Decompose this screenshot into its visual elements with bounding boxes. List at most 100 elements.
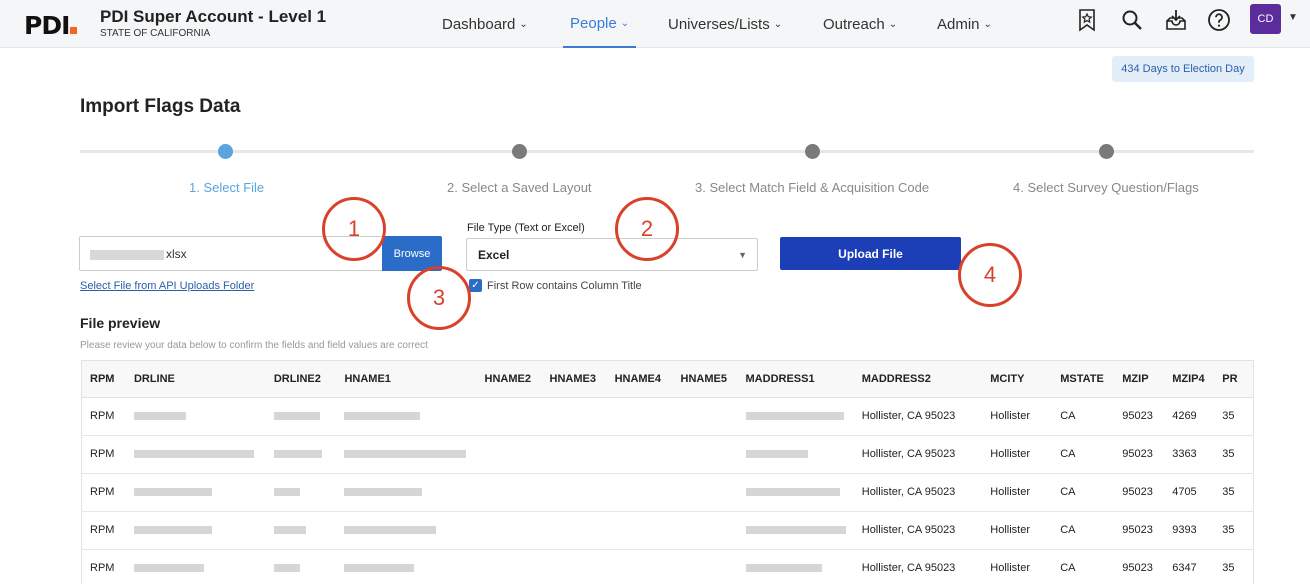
stepper-track <box>80 150 1254 153</box>
table-cell <box>476 549 542 584</box>
redacted-cell <box>265 397 337 436</box>
table-cell: 95023 <box>1114 397 1165 436</box>
table-cell: Hollister, CA 95023 <box>853 397 983 436</box>
column-header: HNAME1 <box>336 361 477 398</box>
nav-label: People <box>570 14 617 32</box>
download-tray-icon[interactable] <box>1164 8 1188 32</box>
table-cell <box>606 549 673 584</box>
bookmark-star-icon[interactable] <box>1075 8 1099 32</box>
table-cell <box>476 473 542 512</box>
file-type-select[interactable]: Excel ▼ <box>466 238 758 271</box>
column-header: MADDRESS2 <box>853 361 983 398</box>
redacted-cell <box>265 435 337 474</box>
redacted-cell <box>265 549 337 584</box>
table-cell: RPM <box>82 549 126 584</box>
nav-admin[interactable]: Admin ⌄ <box>937 0 992 48</box>
file-type-label: File Type (Text or Excel) <box>467 222 585 234</box>
pdi-logo[interactable]: PDI <box>24 11 78 40</box>
step-3-label: 3. Select Match Field & Acquisition Code <box>695 180 930 195</box>
account-title: PDI Super Account - Level 1 <box>100 7 327 26</box>
table-cell: 9393 <box>1164 511 1215 550</box>
table-cell: 35 <box>1214 397 1253 436</box>
column-header: DRLINE2 <box>265 361 337 398</box>
table-header-row: RPM DRLINE DRLINE2 HNAME1 HNAME2 HNAME3 … <box>82 361 1253 398</box>
account-subtitle: STATE OF CALIFORNIA <box>100 28 211 39</box>
redacted-cell <box>336 549 477 584</box>
account-switcher[interactable]: PDI Super Account - Level 1 STATE OF CAL… <box>100 7 326 39</box>
table-cell: CA <box>1052 397 1115 436</box>
table-row: RPM Hollister, CA 95023 Hollister CA 950… <box>82 397 1253 436</box>
file-preview-title: File preview <box>80 315 161 331</box>
column-header: MZIP <box>1114 361 1165 398</box>
table-cell: 95023 <box>1114 549 1165 584</box>
redacted-cell <box>265 473 337 512</box>
file-extension: xlsx <box>166 247 187 261</box>
table-cell: CA <box>1052 473 1115 512</box>
redacted-cell <box>737 549 854 584</box>
table-cell <box>541 397 607 436</box>
table-row: RPM Hollister, CA 95023 Hollister CA 950… <box>82 549 1253 584</box>
table-cell: Hollister <box>982 549 1053 584</box>
step-2-dot <box>512 144 527 159</box>
nav-outreach[interactable]: Outreach ⌄ <box>823 0 897 48</box>
redacted-cell <box>125 435 266 474</box>
table-cell: 35 <box>1214 435 1253 474</box>
column-header: PR <box>1214 361 1253 398</box>
column-header: MZIP4 <box>1164 361 1215 398</box>
table-cell: CA <box>1052 435 1115 474</box>
upload-file-button[interactable]: Upload File <box>780 237 961 270</box>
redacted-cell <box>336 511 477 550</box>
file-type-value: Excel <box>478 248 510 262</box>
redacted-cell <box>737 511 854 550</box>
table-cell <box>606 435 673 474</box>
table-cell: 95023 <box>1114 473 1165 512</box>
table-cell: Hollister, CA 95023 <box>853 435 983 474</box>
dropdown-arrow-icon: ▼ <box>738 250 747 260</box>
redacted-cell <box>737 397 854 436</box>
nav-people[interactable]: People ⌄ <box>563 0 637 48</box>
file-preview-table[interactable]: RPM DRLINE DRLINE2 HNAME1 HNAME2 HNAME3 … <box>81 360 1254 584</box>
redacted-cell <box>336 435 477 474</box>
table-cell: 4705 <box>1164 473 1215 512</box>
table-cell <box>672 473 738 512</box>
nav-label: Dashboard <box>442 15 516 33</box>
chevron-down-icon: ⌄ <box>983 18 992 30</box>
table-cell <box>606 511 673 550</box>
table-cell <box>672 435 738 474</box>
table-cell: RPM <box>82 397 126 436</box>
redacted-cell <box>336 397 477 436</box>
column-header: HNAME3 <box>541 361 607 398</box>
chevron-down-icon: ⌄ <box>888 18 898 30</box>
redacted-cell <box>125 397 266 436</box>
chevron-down-icon: ⌄ <box>519 18 528 30</box>
table-cell: Hollister <box>982 473 1053 512</box>
table-cell: Hollister, CA 95023 <box>853 473 983 512</box>
nav-dashboard[interactable]: Dashboard ⌄ <box>442 0 528 48</box>
table-cell: 3363 <box>1164 435 1215 474</box>
help-icon[interactable] <box>1207 8 1231 32</box>
redacted-cell <box>737 473 854 512</box>
step-1-dot <box>218 144 233 159</box>
table-cell: 35 <box>1214 549 1253 584</box>
table-cell: 4269 <box>1164 397 1215 436</box>
chevron-down-icon: ⌄ <box>773 18 783 30</box>
step-3-dot <box>805 144 820 159</box>
column-header: MSTATE <box>1052 361 1115 398</box>
api-uploads-link[interactable]: Select File from API Uploads Folder <box>80 280 254 292</box>
table-cell <box>476 511 542 550</box>
table-cell <box>672 397 738 436</box>
table-cell <box>672 511 738 550</box>
first-row-label: First Row contains Column Title <box>487 280 642 292</box>
table-cell: RPM <box>82 435 126 474</box>
table-cell: Hollister, CA 95023 <box>853 549 983 584</box>
logo-text: PDI <box>24 11 70 40</box>
file-preview-subtitle: Please review your data below to confirm… <box>80 340 428 351</box>
table-cell: Hollister <box>982 435 1053 474</box>
nav-universes-lists[interactable]: Universes/Lists ⌄ <box>668 0 782 48</box>
avatar[interactable]: CD <box>1250 4 1281 34</box>
table-cell <box>606 397 673 436</box>
first-row-checkbox[interactable]: ✓ <box>469 279 482 292</box>
table-cell <box>672 549 738 584</box>
search-icon[interactable] <box>1120 8 1144 32</box>
caret-down-icon[interactable]: ▼ <box>1288 12 1298 23</box>
